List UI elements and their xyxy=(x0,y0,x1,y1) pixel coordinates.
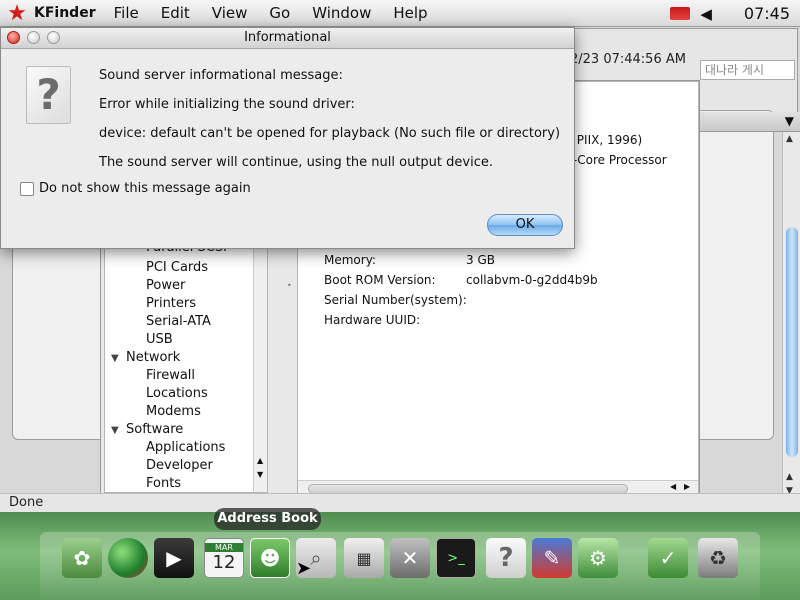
menu-file[interactable]: File xyxy=(114,4,139,22)
calculator-icon[interactable]: ▦ xyxy=(344,538,384,578)
tree-item-printers[interactable]: Printers xyxy=(146,296,196,311)
trash-icon[interactable]: ♻ xyxy=(698,538,738,578)
tree-item-firewall[interactable]: Firewall xyxy=(146,368,195,383)
tree-item-serial-ata[interactable]: Serial-ATA xyxy=(146,314,211,329)
status-bar: Done xyxy=(0,493,800,512)
question-document-icon: ? xyxy=(26,66,71,124)
scroll-right-icon[interactable]: ▶ xyxy=(684,482,690,491)
calendar-month: MAR xyxy=(205,542,243,552)
menu-help[interactable]: Help xyxy=(393,4,427,22)
disclosure-triangle-icon[interactable]: ▼ xyxy=(111,353,119,364)
detail-key-memory: Memory: xyxy=(324,253,376,267)
dictionary-icon[interactable]: ✎ xyxy=(532,538,572,578)
tree-item-locations[interactable]: Locations xyxy=(146,386,208,401)
help-icon[interactable]: ? xyxy=(486,538,526,578)
address-book-icon[interactable]: ☻ xyxy=(250,538,290,578)
dropdown-icon[interactable]: ▼ xyxy=(785,114,794,128)
dock-tooltip: Address Book xyxy=(214,508,321,530)
menu-edit[interactable]: Edit xyxy=(161,4,190,22)
globe-icon[interactable] xyxy=(108,538,148,578)
detail-value-boot-rom: collabvm-0-g2dd4b9b xyxy=(466,273,598,287)
tree-item-pci-cards[interactable]: PCI Cards xyxy=(146,260,208,275)
menu-window[interactable]: Window xyxy=(312,4,371,22)
system-tools-icon[interactable]: ✕ xyxy=(390,538,430,578)
detail-key-uuid: Hardware UUID: xyxy=(324,313,421,327)
photos-icon[interactable]: ✿ xyxy=(62,538,102,578)
tree-item-applications[interactable]: Applications xyxy=(146,440,225,455)
file-manager-icon[interactable]: ✓ xyxy=(648,538,688,578)
scroll-up-icon[interactable]: ▲ xyxy=(786,134,793,144)
mouse-cursor-icon: ➤ xyxy=(296,558,312,579)
scroll-left-icon[interactable]: ◀ xyxy=(670,482,676,491)
background-scrollbar[interactable]: ▲ ▲ ▼ xyxy=(782,132,800,502)
detail-key-serial: Serial Number(system): xyxy=(324,293,467,307)
informational-dialog: Informational ? Sound server information… xyxy=(0,27,575,249)
scroll-up-icon[interactable]: ▲ xyxy=(786,472,793,482)
tree-item-modems[interactable]: Modems xyxy=(146,404,201,419)
speaker-icon[interactable]: ◀ xyxy=(700,5,712,23)
split-handle-icon[interactable]: • xyxy=(287,281,292,290)
app-menu[interactable]: KFinder xyxy=(34,5,96,21)
dialog-message-line: Error while initializing the sound drive… xyxy=(99,97,355,112)
menu-go[interactable]: Go xyxy=(269,4,290,22)
menubar-clock[interactable]: 07:45 xyxy=(744,4,790,23)
dialog-message-line: The sound server will continue, using th… xyxy=(99,155,493,170)
ok-button[interactable]: OK xyxy=(487,214,563,236)
dialog-title: Informational xyxy=(244,30,331,45)
dont-show-checkbox-label[interactable]: Do not show this message again xyxy=(39,181,251,196)
calendar-day: 12 xyxy=(212,551,236,573)
tree-item-power[interactable]: Power xyxy=(146,278,185,293)
calendar-icon[interactable]: MAR 12 xyxy=(204,538,244,578)
detail-key-boot-rom: Boot ROM Version: xyxy=(324,273,436,287)
menu-view[interactable]: View xyxy=(212,4,248,22)
dialog-titlebar[interactable]: Informational xyxy=(1,28,574,49)
menubar: ★ KFinder File Edit View Go Window Help … xyxy=(0,0,800,27)
tree-item-developer[interactable]: Developer xyxy=(146,458,213,473)
flag-icon[interactable] xyxy=(670,7,691,20)
background-toolbar: ▼ xyxy=(700,112,800,132)
scrollbar-thumb[interactable] xyxy=(786,227,798,457)
apple-star-icon[interactable]: ★ xyxy=(0,0,34,27)
background-date-text: 2/23 07:44:56 AM xyxy=(570,52,686,67)
detail-value-memory: 3 GB xyxy=(466,253,495,267)
scroll-up-icon[interactable]: ▲ xyxy=(257,456,263,465)
dialog-message-line: device: default can't be opened for play… xyxy=(99,126,561,141)
dont-show-checkbox[interactable] xyxy=(20,182,34,196)
dialog-message-line: Sound server informational message: xyxy=(99,68,343,83)
movie-icon[interactable]: ▶ xyxy=(154,538,194,578)
network-icon[interactable]: ⚙ xyxy=(578,538,618,578)
scroll-down-icon[interactable]: ▼ xyxy=(257,470,263,479)
background-search-field[interactable]: 대나라 게시 xyxy=(700,60,795,80)
tree-item-network[interactable]: Network xyxy=(126,350,180,365)
tree-item-usb[interactable]: USB xyxy=(146,332,173,347)
terminal-icon[interactable]: >_ xyxy=(436,538,476,578)
tree-item-software[interactable]: Software xyxy=(126,422,183,437)
disclosure-triangle-icon[interactable]: ▼ xyxy=(111,425,119,436)
tree-item-fonts[interactable]: Fonts xyxy=(146,476,181,491)
